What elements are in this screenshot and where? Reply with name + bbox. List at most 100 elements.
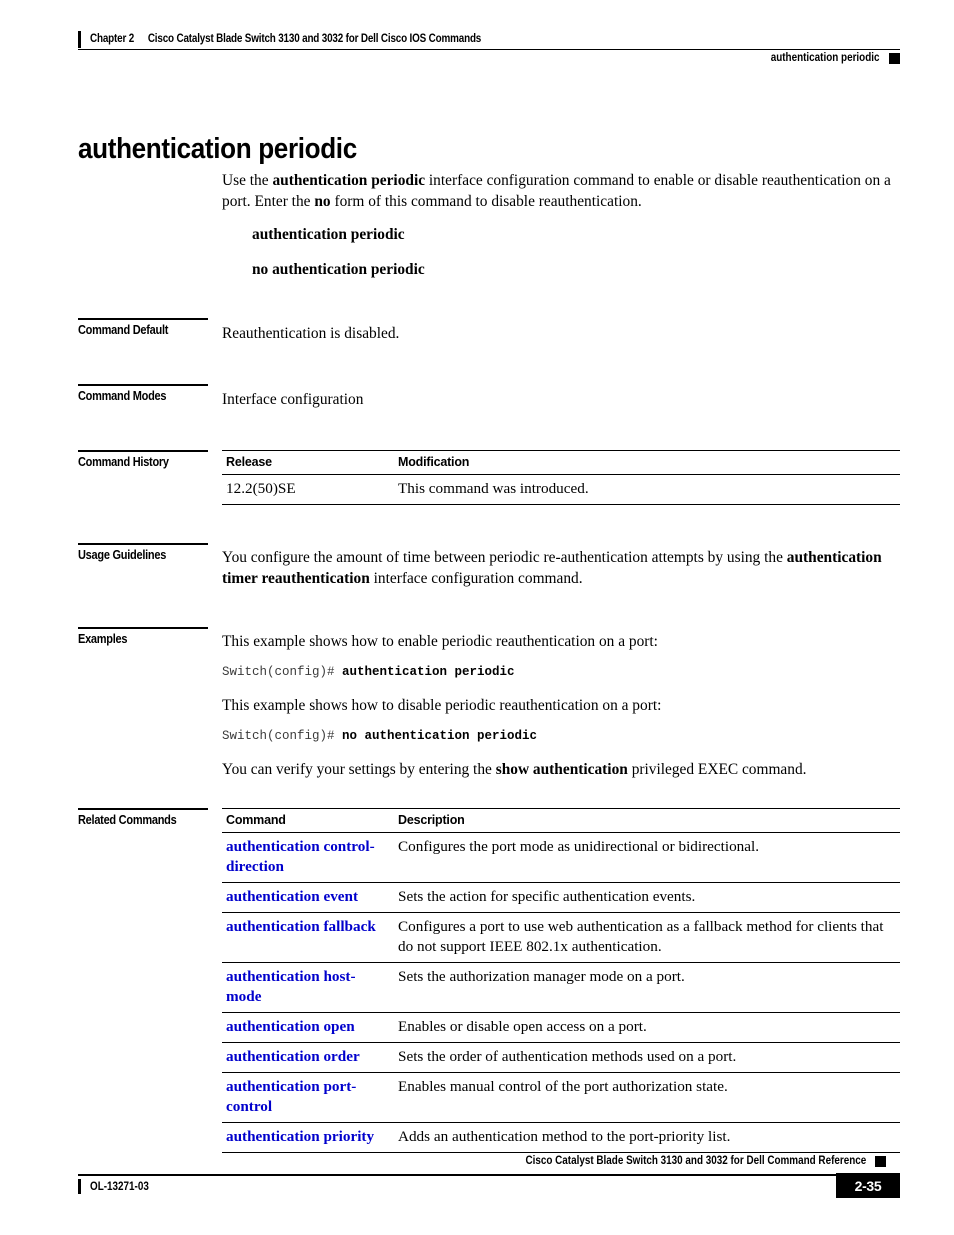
example-code-1: Switch(config)# authentication periodic — [222, 663, 900, 681]
intro-bold-no: no — [314, 193, 331, 210]
usage-guidelines-block: You configure the amount of time between… — [222, 547, 900, 589]
examples-label: Examples — [78, 632, 128, 646]
example-prompt-1: Switch(config)# — [222, 665, 343, 679]
header-divider — [78, 49, 900, 50]
intro-bold-command: authentication periodic — [272, 172, 426, 189]
related-command-description: Sets the authorization manager mode on a… — [394, 962, 900, 1013]
intro-part3: form of this command to disable reauthen… — [330, 193, 642, 210]
related-command-description: Configures the port mode as unidirection… — [394, 832, 900, 883]
verify-bold-command: show authentication — [495, 761, 628, 778]
table-row: authentication fallback Configures a por… — [222, 912, 900, 963]
examples-block: This example shows how to enable periodi… — [222, 631, 900, 780]
column-header-command: Command — [222, 808, 394, 833]
related-commands-rule — [78, 808, 208, 810]
example-prompt-2: Switch(config)# — [222, 729, 343, 743]
page-title: authentication periodic — [78, 133, 357, 166]
related-command-link[interactable]: authentication fallback — [222, 912, 394, 963]
column-header-description: Description — [394, 808, 900, 833]
related-command-link[interactable]: authentication host-mode — [222, 962, 394, 1013]
examples-rule — [78, 627, 208, 629]
related-commands-label: Related Commands — [78, 813, 177, 827]
related-command-link[interactable]: authentication control-direction — [222, 832, 394, 883]
footer-document-id: OL-13271-03 — [90, 1180, 149, 1193]
command-modes-text: Interface configuration — [222, 391, 364, 408]
header-chapter-number: Chapter 2 — [90, 33, 135, 45]
related-command-link[interactable]: authentication open — [222, 1012, 394, 1043]
related-commands-block: Command Description authentication contr… — [222, 808, 900, 1153]
command-modes-label: Command Modes — [78, 389, 167, 403]
command-history-rule — [78, 450, 208, 452]
intro-paragraph: Use the authentication periodic interfac… — [222, 170, 900, 212]
example-command-1: authentication periodic — [342, 665, 515, 679]
usage-part1: You configure the amount of time between… — [222, 549, 787, 566]
related-commands-table: Command Description authentication contr… — [222, 808, 900, 1153]
table-row: 12.2(50)SE This command was introduced. — [222, 474, 900, 505]
related-command-link[interactable]: authentication order — [222, 1042, 394, 1073]
table-row: authentication priority Adds an authenti… — [222, 1122, 900, 1153]
usage-part2: interface configuration command. — [369, 570, 583, 587]
header-chapter-title: Cisco Catalyst Blade Switch 3130 and 303… — [147, 33, 482, 45]
verify-part1: You can verify your settings by entering… — [222, 761, 496, 778]
syntax-positive: authentication periodic — [252, 226, 405, 243]
command-default-block: Reauthentication is disabled. — [222, 323, 900, 344]
syntax-negative: no authentication periodic — [252, 261, 425, 278]
examples-intro-2: This example shows how to disable period… — [222, 697, 662, 714]
example-command-2: no authentication periodic — [342, 729, 538, 743]
command-default-text: Reauthentication is disabled. — [222, 325, 400, 342]
command-default-rule — [78, 318, 208, 320]
table-row: authentication open Enables or disable o… — [222, 1012, 900, 1043]
table-row: authentication control-direction Configu… — [222, 832, 900, 883]
example-code-2: Switch(config)# no authentication period… — [222, 727, 900, 745]
footer-docid-group: OL-13271-03 — [78, 1179, 158, 1194]
syntax-negative-block: no authentication periodic — [222, 259, 900, 280]
related-command-link[interactable]: authentication port-control — [222, 1072, 394, 1123]
table-header-row: Release Modification — [222, 450, 900, 475]
related-command-description: Sets the order of authentication methods… — [394, 1042, 900, 1073]
header-topic-line: authentication periodic — [753, 52, 900, 64]
modification-value: This command was introduced. — [394, 474, 900, 505]
command-history-table: Release Modification 12.2(50)SE This com… — [222, 450, 900, 505]
header-topic-text: authentication periodic — [771, 52, 880, 64]
related-command-link[interactable]: authentication priority — [222, 1122, 394, 1153]
header-chapter-line: Chapter 2 Cisco Catalyst Blade Switch 313… — [78, 30, 545, 48]
command-history-block: Release Modification 12.2(50)SE This com… — [222, 450, 900, 505]
column-header-release: Release — [222, 450, 394, 475]
command-history-label: Command History — [78, 455, 169, 469]
command-default-label: Command Default — [78, 323, 169, 337]
header-chapter-text: Chapter 2 Cisco Catalyst Blade Switch 313… — [90, 33, 481, 45]
footer-left-bar — [78, 1179, 81, 1194]
command-modes-block: Interface configuration — [222, 389, 900, 410]
column-header-modification: Modification — [394, 450, 900, 475]
usage-guidelines-text: You configure the amount of time between… — [222, 547, 900, 589]
table-row: authentication host-mode Sets the author… — [222, 962, 900, 1013]
header-marker-square — [889, 52, 900, 64]
examples-intro-1: This example shows how to enable periodi… — [222, 633, 658, 650]
related-command-description: Enables manual control of the port autho… — [394, 1072, 900, 1123]
related-command-description: Sets the action for specific authenticat… — [394, 882, 900, 913]
command-modes-rule — [78, 384, 208, 386]
verify-part2: privileged EXEC command. — [627, 761, 807, 778]
related-command-description: Enables or disable open access on a port… — [394, 1012, 900, 1043]
related-command-link[interactable]: authentication event — [222, 882, 394, 913]
table-header-row: Command Description — [222, 808, 900, 833]
intro-block: Use the authentication periodic interfac… — [222, 170, 900, 212]
table-row: authentication order Sets the order of a… — [222, 1042, 900, 1073]
related-command-description: Configures a port to use web authenticat… — [394, 912, 900, 963]
table-row: authentication port-control Enables manu… — [222, 1072, 900, 1123]
intro-part1: Use the — [222, 172, 273, 189]
footer-divider — [78, 1174, 838, 1176]
related-command-description: Adds an authentication method to the por… — [394, 1122, 900, 1153]
page-running-header: Chapter 2 Cisco Catalyst Blade Switch 313… — [78, 30, 900, 80]
examples-verify-text: You can verify your settings by entering… — [222, 759, 900, 780]
page-number-badge: 2-35 — [836, 1173, 900, 1198]
usage-guidelines-label: Usage Guidelines — [78, 548, 167, 562]
syntax-positive-block: authentication periodic — [222, 224, 900, 245]
table-row: authentication event Sets the action for… — [222, 882, 900, 913]
footer-document-title: Cisco Catalyst Blade Switch 3130 and 303… — [525, 1155, 866, 1167]
usage-guidelines-rule — [78, 543, 208, 545]
page-footer: Cisco Catalyst Blade Switch 3130 and 303… — [78, 1155, 900, 1215]
related-commands-body: authentication control-direction Configu… — [222, 832, 900, 1153]
footer-marker-square — [875, 1156, 886, 1167]
release-value: 12.2(50)SE — [222, 474, 394, 505]
header-left-bar — [78, 30, 81, 48]
